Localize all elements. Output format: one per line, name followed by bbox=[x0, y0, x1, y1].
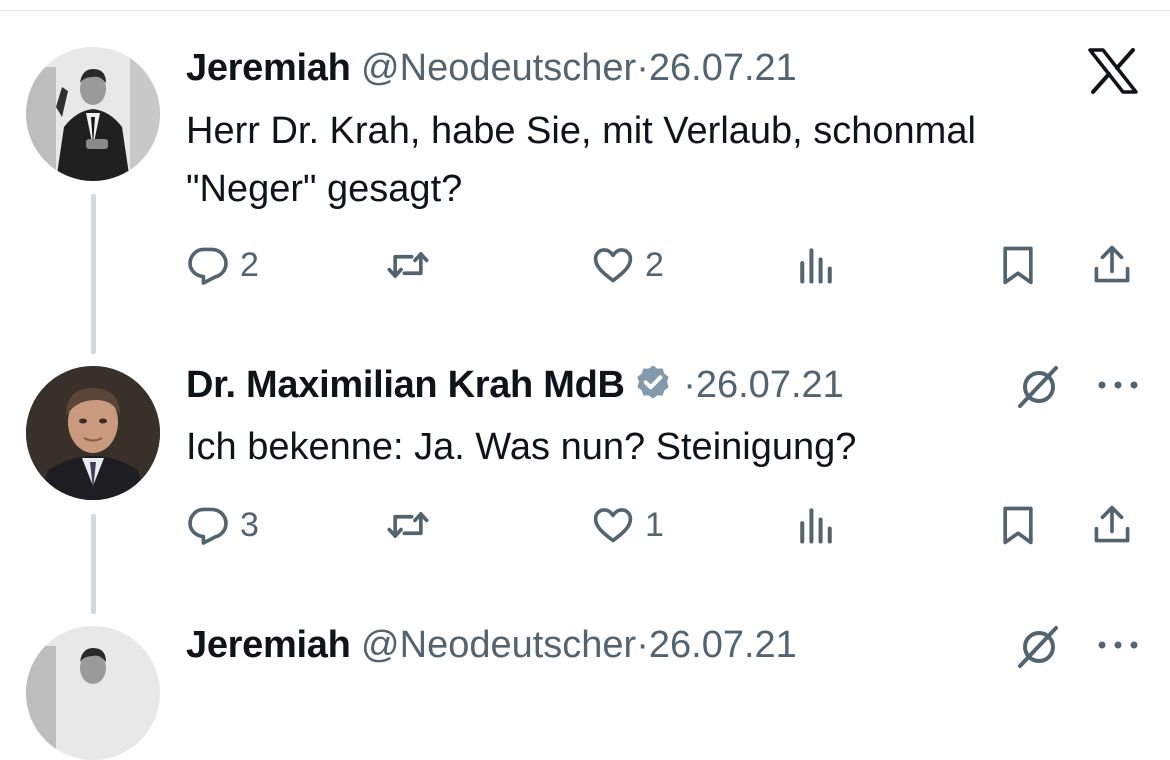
bookmark-button[interactable] bbox=[996, 240, 1040, 290]
share-icon bbox=[1094, 245, 1130, 283]
share-button[interactable] bbox=[1090, 500, 1134, 550]
post-text: Herr Dr. Krah, habe Sie, mit Verlaub, sc… bbox=[186, 102, 976, 218]
author-handle[interactable]: @Neodeutscher bbox=[361, 624, 636, 666]
like-count: 1 bbox=[645, 505, 664, 544]
x-logo-icon bbox=[1088, 48, 1138, 94]
author-name[interactable]: Jeremiah bbox=[186, 47, 351, 89]
top-divider bbox=[0, 10, 1170, 11]
retweet-button[interactable] bbox=[386, 500, 440, 550]
reply-button[interactable]: 3 bbox=[186, 500, 259, 550]
author-handle[interactable]: @Neodeutscher bbox=[361, 47, 636, 89]
post-actions: 3 1 bbox=[186, 500, 1146, 550]
avatar[interactable] bbox=[26, 366, 160, 500]
avatar[interactable] bbox=[26, 626, 160, 760]
separator-dot: · bbox=[636, 624, 649, 666]
separator-dot: · bbox=[636, 47, 649, 89]
post-header: Jeremiah @Neodeutscher·26.07.21 bbox=[186, 45, 797, 91]
more-icon[interactable] bbox=[1096, 375, 1140, 395]
views-button[interactable] bbox=[794, 240, 838, 290]
verified-badge-icon[interactable] bbox=[633, 363, 673, 403]
thread-line bbox=[91, 514, 96, 614]
post-header: Jeremiah @Neodeutscher·26.07.21 bbox=[186, 622, 797, 668]
post-text-line: Herr Dr. Krah, habe Sie, mit Verlaub, sc… bbox=[186, 110, 976, 152]
bookmark-icon bbox=[1003, 506, 1033, 545]
post-header: Dr. Maximilian Krah MdB ·26.07.21 bbox=[186, 362, 844, 408]
author-name[interactable]: Jeremiah bbox=[186, 624, 351, 666]
grok-icon[interactable] bbox=[1014, 364, 1064, 410]
reply-count: 2 bbox=[240, 245, 259, 284]
retweet-icon bbox=[387, 512, 429, 538]
post-date[interactable]: 26.07.21 bbox=[696, 364, 844, 406]
retweet-icon bbox=[387, 252, 429, 278]
reply-icon bbox=[188, 247, 228, 285]
thread-line bbox=[91, 194, 96, 354]
post-actions: 2 2 bbox=[186, 240, 1146, 290]
retweet-button[interactable] bbox=[386, 240, 440, 290]
avatar[interactable] bbox=[26, 47, 160, 181]
heart-icon bbox=[593, 508, 633, 543]
share-icon bbox=[1094, 505, 1130, 543]
like-button[interactable]: 2 bbox=[591, 240, 664, 290]
heart-icon bbox=[593, 248, 633, 283]
separator-dot: · bbox=[683, 364, 696, 406]
share-button[interactable] bbox=[1090, 240, 1134, 290]
like-count: 2 bbox=[645, 245, 664, 284]
reply-button[interactable]: 2 bbox=[186, 240, 259, 290]
post-text-line: "Neger" gesagt? bbox=[186, 168, 463, 210]
views-button[interactable] bbox=[794, 500, 838, 550]
more-icon[interactable] bbox=[1096, 635, 1140, 655]
like-button[interactable]: 1 bbox=[591, 500, 664, 550]
post-text-line: Ich bekenne: Ja. Was nun? Steinigung? bbox=[186, 426, 857, 468]
bookmark-icon bbox=[1003, 246, 1033, 285]
post-date[interactable]: 26.07.21 bbox=[649, 624, 797, 666]
views-icon bbox=[800, 508, 832, 544]
reply-icon bbox=[188, 507, 228, 545]
views-icon bbox=[800, 248, 832, 284]
grok-icon[interactable] bbox=[1014, 624, 1064, 670]
author-name[interactable]: Dr. Maximilian Krah MdB bbox=[186, 364, 625, 406]
bookmark-button[interactable] bbox=[996, 500, 1040, 550]
reply-count: 3 bbox=[240, 505, 259, 544]
post-text: Ich bekenne: Ja. Was nun? Steinigung? bbox=[186, 418, 856, 476]
post-date[interactable]: 26.07.21 bbox=[649, 47, 797, 89]
